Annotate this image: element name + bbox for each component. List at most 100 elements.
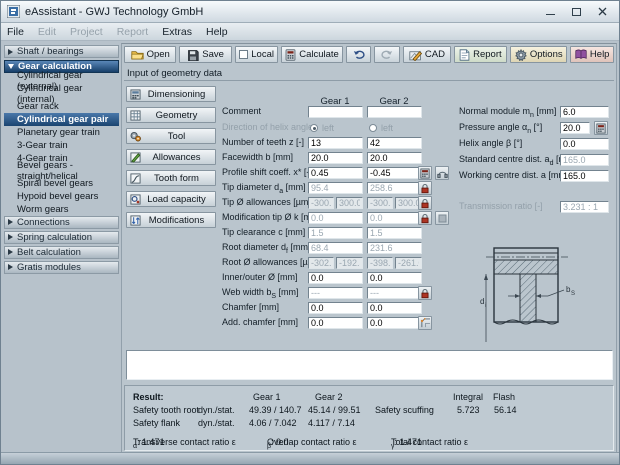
- minimize-button[interactable]: [543, 6, 557, 18]
- helix-angle-input[interactable]: [560, 138, 609, 150]
- root-allowance-gear2-lower-input: [395, 257, 422, 269]
- field-label: Root diameter df [mm]: [222, 242, 311, 255]
- menu-file[interactable]: File: [7, 26, 24, 38]
- menu-help[interactable]: Help: [206, 26, 228, 38]
- section-label: Shaft / bearings: [17, 46, 84, 57]
- sidebar-item-cylindrical-gear-internal[interactable]: Cylindrical gear (internal): [4, 88, 119, 101]
- web-width-gear2-input: [367, 287, 422, 299]
- add-chamfer-tool-button[interactable]: [418, 316, 432, 330]
- result-row-mode: dyn./stat.: [198, 418, 235, 428]
- root-diameter-gear1-input: [308, 242, 363, 254]
- add-chamfer-gear1-input[interactable]: [308, 317, 363, 329]
- root-diameter-gear2-input: [367, 242, 422, 254]
- field-label: Tip diameter da [mm]: [222, 182, 306, 195]
- report-button[interactable]: Report: [454, 46, 507, 63]
- field-label: Helix angle β [°]: [459, 138, 522, 148]
- chamfer-gear2-input[interactable]: [367, 302, 422, 314]
- lock-icon: [420, 183, 430, 194]
- redo-button[interactable]: [374, 46, 400, 63]
- sidebar-item-planetary-gear-train[interactable]: Planetary gear train: [4, 126, 119, 139]
- normal-module-input[interactable]: [560, 106, 609, 118]
- field-label: Root Ø allowances [µm]: [222, 257, 318, 267]
- sidebar-section-gratis-modules[interactable]: Gratis modules: [4, 261, 119, 274]
- ratio-value: : 0.0: [271, 437, 289, 447]
- sidebar-item-bevel-gears[interactable]: Bevel gears - straight/helical: [4, 165, 119, 178]
- document-icon: [459, 49, 470, 61]
- field-label: Inner/outer Ø [mm]: [222, 272, 298, 282]
- field-label: Web width bS [mm]: [222, 287, 299, 300]
- tip-diameter-lock-button[interactable]: [418, 181, 432, 195]
- add-chamfer-gear2-input[interactable]: [367, 317, 422, 329]
- sidebar-item-3-gear-train[interactable]: 3-Gear train: [4, 139, 119, 152]
- redo-arrow-icon: [381, 49, 393, 60]
- checkbox-icon[interactable]: [239, 50, 248, 59]
- save-button[interactable]: Save: [179, 46, 231, 63]
- result-flank-gear2: 4.117 / 7.14: [308, 418, 355, 428]
- result-row-label: Safety tooth root: [133, 405, 199, 415]
- gear-section-drawing: d i b S: [478, 244, 610, 346]
- field-label: Standard centre dist. ad [mm]: [459, 154, 576, 167]
- sidebar-section-belt-calculation[interactable]: Belt calculation: [4, 246, 119, 259]
- inner-outer-gear2-input[interactable]: [367, 272, 422, 284]
- sidebar-item-worm-gears[interactable]: Worm gears: [4, 203, 119, 216]
- calculate-button[interactable]: Calculate: [281, 46, 342, 63]
- sidebar-section-shaft-bearings[interactable]: Shaft / bearings: [4, 45, 119, 58]
- maximize-button[interactable]: [569, 6, 583, 18]
- chamfer-icon: [420, 318, 431, 328]
- label-text: Standard centre dist. a: [459, 154, 550, 164]
- label-text: Tip diameter d: [222, 182, 279, 192]
- undo-button[interactable]: [346, 46, 372, 63]
- result-flank-gear1: 4.06 / 7.042: [249, 418, 297, 428]
- menu-extras[interactable]: Extras: [162, 26, 192, 38]
- label-unit: [mm]: [276, 287, 299, 297]
- tip-clearance-gear2-input: [367, 227, 422, 239]
- chamfer-gear1-input[interactable]: [308, 302, 363, 314]
- inner-outer-gear1-input[interactable]: [308, 272, 363, 284]
- pressure-angle-input[interactable]: [560, 122, 590, 134]
- calculator-icon: [285, 49, 296, 61]
- menu-report: Report: [117, 26, 149, 38]
- open-button[interactable]: Open: [124, 46, 176, 63]
- cad-button[interactable]: CAD: [403, 46, 450, 63]
- param-row-normal-module: Normal module mn [mm]: [122, 106, 618, 119]
- working-centre-distance-input[interactable]: [560, 170, 609, 182]
- gear-icon: [515, 49, 527, 61]
- label-text: Pressure angle α: [459, 122, 527, 132]
- blank-icon: [438, 214, 447, 223]
- param-row-working-centre: Working centre dist. a [mm]: [122, 170, 618, 183]
- tip-diameter-gear2-input: [367, 182, 422, 194]
- sidebar-item-cylindrical-gear-pair[interactable]: Cylindrical gear pair: [4, 113, 119, 126]
- message-box: [126, 350, 613, 380]
- sidebar-item-hypoid-bevel-gears[interactable]: Hypoid bevel gears: [4, 190, 119, 203]
- lock-icon: [420, 213, 430, 224]
- label-text: Web width b: [222, 287, 271, 297]
- result-gear2-header: Gear 2: [315, 392, 343, 402]
- dimensioning-button[interactable]: Dimensioning: [126, 86, 216, 102]
- param-row-transmission: Transmission ratio [-]: [122, 201, 618, 214]
- minimize-icon: [546, 14, 555, 15]
- close-button[interactable]: [595, 6, 609, 18]
- report-label: Report: [473, 49, 502, 60]
- help-button[interactable]: Help: [570, 46, 614, 63]
- param-row-standard-centre: Standard centre dist. ad [mm]: [122, 154, 618, 167]
- field-label: Working centre dist. a [mm]: [459, 170, 568, 180]
- local-label: Local: [251, 49, 274, 60]
- result-scuffing-integral: 5.723: [457, 405, 480, 415]
- cad-label: CAD: [425, 49, 445, 60]
- main-panel: Open Save Local Calculate CAD: [121, 43, 617, 453]
- chevron-right-icon: [8, 234, 13, 240]
- web-width-lock-button[interactable]: [418, 286, 432, 300]
- total-contact-ratio: Total contact ratio εγ: 1.471: [391, 437, 395, 450]
- ratio-value: : 1.471: [137, 437, 165, 447]
- options-button[interactable]: Options: [510, 46, 567, 63]
- open-label: Open: [147, 49, 170, 60]
- web-width-gear1-input: [308, 287, 363, 299]
- chevron-down-icon: [8, 64, 14, 69]
- drawing-label-bs-sub: S: [571, 291, 575, 297]
- sidebar-section-connections[interactable]: Connections: [4, 216, 119, 229]
- local-checkbox[interactable]: Local: [235, 46, 279, 63]
- titlebar: eAssistant - GWJ Technology GmbH: [1, 1, 619, 23]
- sidebar-section-spring-calculation[interactable]: Spring calculation: [4, 231, 119, 244]
- pressure-angle-calculator-button[interactable]: [594, 121, 608, 135]
- result-row-label: Safety flank: [133, 418, 180, 428]
